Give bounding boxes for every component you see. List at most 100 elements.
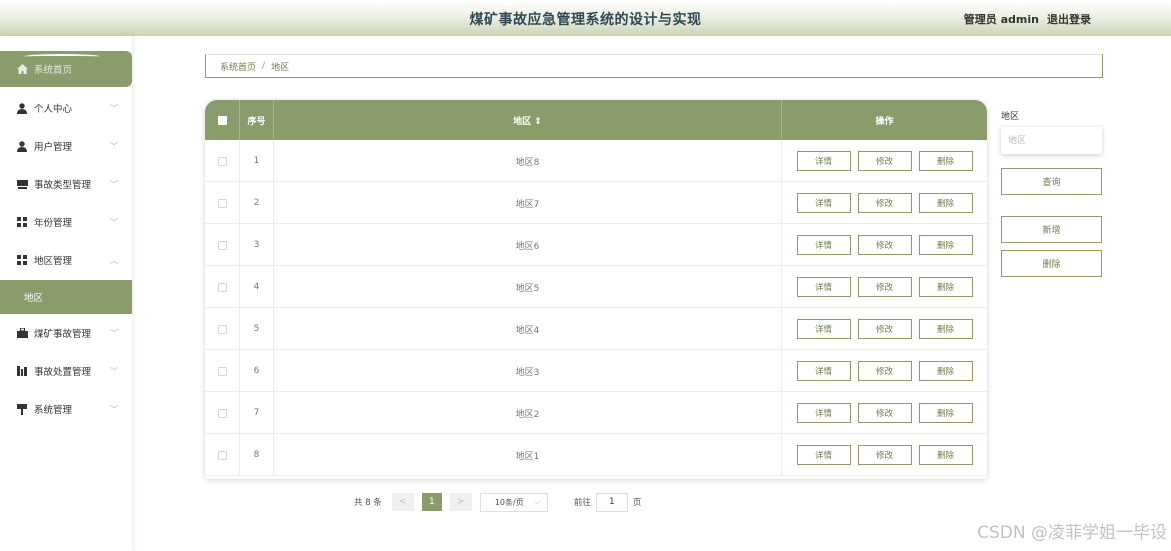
header-checkbox-cell xyxy=(205,100,240,140)
goto-suffix: 页 xyxy=(632,498,642,508)
detail-button[interactable]: 详情 xyxy=(796,235,851,255)
row-no: 6 xyxy=(240,350,274,392)
row-checkbox[interactable] xyxy=(217,408,227,418)
sidebar-item-profile[interactable]: 个人中心 ﹀ xyxy=(0,89,132,127)
delete-button[interactable]: 删除 xyxy=(918,361,973,381)
row-area: 地区1 xyxy=(274,434,782,476)
logout-link[interactable]: 退出登录 xyxy=(1047,11,1091,27)
table-row: 3 地区6 详情 修改 删除 xyxy=(205,224,987,266)
sidebar-item-label: 系统首页 xyxy=(34,65,73,76)
chevron-up-icon: ︿ xyxy=(110,255,118,265)
sidebar-item-regions[interactable]: 地区管理 ︿ xyxy=(0,241,132,279)
table-row: 6 地区3 详情 修改 删除 xyxy=(205,350,987,392)
prev-page-button[interactable]: < xyxy=(391,493,414,511)
detail-button[interactable]: 详情 xyxy=(796,445,851,465)
chevron-down-icon: ﹀ xyxy=(110,217,118,227)
sidebar-item-label: 煤矿事故管理 xyxy=(34,329,92,340)
page-size-select[interactable]: 10条/页 ⌵ xyxy=(479,492,548,512)
sidebar-subitem-region[interactable]: 地区 xyxy=(0,280,132,314)
detail-button[interactable]: 详情 xyxy=(796,319,851,339)
edit-button[interactable]: 修改 xyxy=(857,193,912,213)
delete-button[interactable]: 删除 xyxy=(918,445,973,465)
query-button[interactable]: 查询 xyxy=(1001,168,1102,195)
grid-icon xyxy=(16,216,28,228)
watermark-text: CSDN @凌菲学姐一毕设 xyxy=(977,523,1167,543)
goto-prefix: 前往 xyxy=(573,498,591,508)
row-no: 7 xyxy=(240,392,274,434)
table-row: 7 地区2 详情 修改 删除 xyxy=(205,392,987,434)
sidebar-item-accident-handling[interactable]: 事故处置管理 ﹀ xyxy=(0,352,132,390)
delete-button[interactable]: 删除 xyxy=(918,319,973,339)
chevron-down-icon: ﹀ xyxy=(110,103,118,113)
sidebar-item-label: 地区管理 xyxy=(34,256,73,267)
table-row: 2 地区7 详情 修改 删除 xyxy=(205,182,987,224)
goto-page-input[interactable] xyxy=(595,492,628,512)
sidebar-item-users[interactable]: 用户管理 ﹀ xyxy=(0,127,132,165)
edit-button[interactable]: 修改 xyxy=(857,403,912,423)
header-ops: 操作 xyxy=(875,116,894,127)
region-table: 序号 地区 ⇕ 操作 1 地区8 详情 修改 删除 2 地区7 详情 修改 删除… xyxy=(205,100,987,479)
breadcrumb-home[interactable]: 系统首页 xyxy=(220,60,256,73)
detail-button[interactable]: 详情 xyxy=(796,193,851,213)
row-no: 4 xyxy=(240,266,274,308)
breadcrumb-current: 地区 xyxy=(271,62,290,73)
row-no: 2 xyxy=(240,182,274,224)
row-area: 地区4 xyxy=(274,308,782,350)
pagination: 共 8 条 < 1 > 10条/页 ⌵ 前往 页 xyxy=(354,492,641,512)
sidebar-item-home[interactable]: 系统首页 xyxy=(0,51,132,87)
row-area: 地区2 xyxy=(274,392,782,434)
edit-button[interactable]: 修改 xyxy=(857,277,912,297)
sidebar-item-system[interactable]: 系统管理 ﹀ xyxy=(0,390,132,428)
row-no: 8 xyxy=(240,434,274,476)
row-checkbox[interactable] xyxy=(217,240,227,250)
home-icon xyxy=(16,63,28,75)
row-checkbox[interactable] xyxy=(217,366,227,376)
row-checkbox[interactable] xyxy=(217,156,227,166)
row-checkbox[interactable] xyxy=(217,282,227,292)
delete-button[interactable]: 删除 xyxy=(918,277,973,297)
batch-delete-button[interactable]: 删除 xyxy=(1001,250,1102,277)
breadcrumb: 系统首页 / 地区 xyxy=(205,54,1103,78)
sidebar-item-label: 事故类型管理 xyxy=(34,180,92,191)
user-label: 管理员 admin xyxy=(963,13,1039,26)
edit-button[interactable]: 修改 xyxy=(857,319,912,339)
row-no: 3 xyxy=(240,224,274,266)
detail-button[interactable]: 详情 xyxy=(796,403,851,423)
next-page-button[interactable]: > xyxy=(449,493,472,511)
top-bar: 煤矿事故应急管理系统的设计与实现 管理员 admin 退出登录 xyxy=(0,0,1171,36)
grid-icon xyxy=(16,254,28,266)
sidebar: 系统首页 个人中心 ﹀ 用户管理 ﹀ 事故类型管理 ﹀ 年份管理 ﹀ 地区管理 xyxy=(0,36,132,551)
select-all-checkbox[interactable] xyxy=(217,115,227,125)
briefcase-icon xyxy=(16,327,28,339)
user-icon xyxy=(16,140,28,152)
delete-button[interactable]: 删除 xyxy=(918,193,973,213)
header-area[interactable]: 地区 ⇕ xyxy=(274,100,782,140)
chevron-down-icon: ﹀ xyxy=(110,366,118,376)
row-checkbox[interactable] xyxy=(217,198,227,208)
table-row: 4 地区5 详情 修改 删除 xyxy=(205,266,987,308)
detail-button[interactable]: 详情 xyxy=(796,361,851,381)
delete-button[interactable]: 删除 xyxy=(918,235,973,255)
edit-button[interactable]: 修改 xyxy=(857,445,912,465)
row-checkbox[interactable] xyxy=(217,324,227,334)
sidebar-item-label: 年份管理 xyxy=(34,218,73,229)
edit-button[interactable]: 修改 xyxy=(857,151,912,171)
sidebar-item-label: 用户管理 xyxy=(34,142,73,153)
add-button[interactable]: 新增 xyxy=(1001,216,1102,243)
sidebar-item-mine-accidents[interactable]: 煤矿事故管理 ﹀ xyxy=(0,314,132,352)
edit-button[interactable]: 修改 xyxy=(857,361,912,381)
delete-button[interactable]: 删除 xyxy=(918,151,973,171)
sign-icon xyxy=(16,403,28,415)
area-search-input[interactable] xyxy=(1001,127,1102,154)
sidebar-item-accident-types[interactable]: 事故类型管理 ﹀ xyxy=(0,165,132,203)
detail-button[interactable]: 详情 xyxy=(796,151,851,171)
sidebar-item-years[interactable]: 年份管理 ﹀ xyxy=(0,203,132,241)
page-number-current[interactable]: 1 xyxy=(421,493,442,511)
row-no: 1 xyxy=(240,140,274,182)
table-header: 序号 地区 ⇕ 操作 xyxy=(205,100,987,140)
pagination-total: 共 8 条 xyxy=(354,498,382,508)
row-checkbox[interactable] xyxy=(217,450,227,460)
edit-button[interactable]: 修改 xyxy=(857,235,912,255)
detail-button[interactable]: 详情 xyxy=(796,277,851,297)
delete-button[interactable]: 删除 xyxy=(918,403,973,423)
